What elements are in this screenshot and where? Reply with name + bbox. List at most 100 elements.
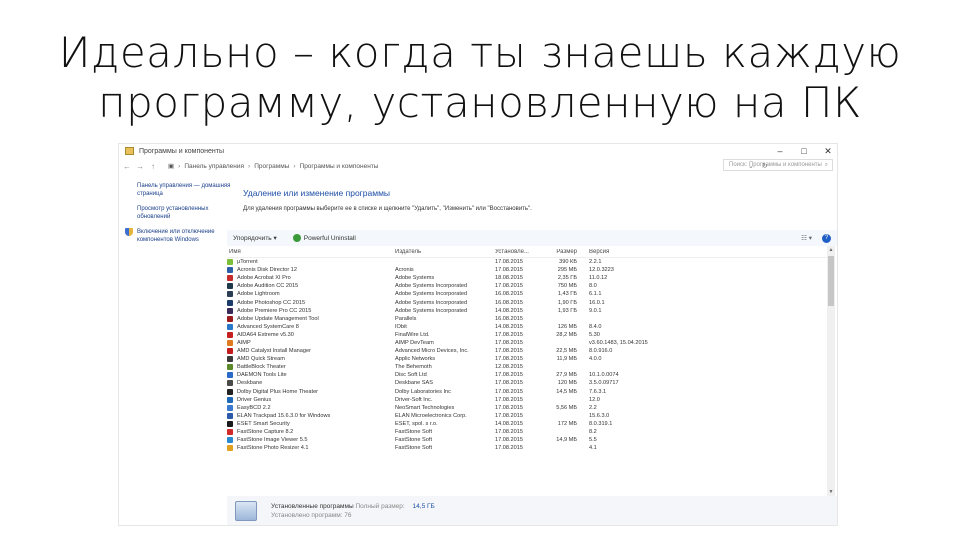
program-installed-date: 17.08.2015 xyxy=(495,283,523,290)
maximize-button[interactable]: □ xyxy=(799,146,809,156)
program-name: Adobe Photoshop CC 2015 xyxy=(227,299,395,306)
table-row[interactable]: AIMP AIMP DevTeam 17.08.2015 v3.60.1483, 15… xyxy=(227,339,831,347)
table-row[interactable]: AMD Catalyst Install Manager Advanced Mic… xyxy=(227,347,831,355)
table-row[interactable]: AIDA64 Extreme v5.30 FinalWire Ltd. 17.08.… xyxy=(227,331,831,339)
slide-title: Идеально – когда ты знаешь каждую програ… xyxy=(0,28,960,128)
up-arrow-icon[interactable]: ↑ xyxy=(148,162,158,171)
table-row[interactable]: Driver Genius Driver-Soft Inc. 17.08.2015 1… xyxy=(227,396,831,404)
powerful-uninstall-button[interactable]: Powerful Uninstall xyxy=(292,234,356,242)
program-version: 8.4.0 xyxy=(589,323,602,330)
scroll-down-icon[interactable]: ▼ xyxy=(827,488,835,496)
status-footer: Установленные программы Полный размер: 1… xyxy=(227,496,837,525)
vertical-scrollbar[interactable]: ▲ ▼ xyxy=(827,246,835,496)
program-version: 11.0.12 xyxy=(589,275,608,282)
program-publisher: Adobe Systems Incorporated xyxy=(395,307,468,314)
sidebar-item-home[interactable]: Панель управления — домашняя страница xyxy=(125,182,233,198)
sidebar-item-windows-features[interactable]: Включение или отключение компонентов Win… xyxy=(125,228,233,244)
scroll-up-icon[interactable]: ▲ xyxy=(827,246,835,254)
footer-count: Установлено программ: 76 xyxy=(271,512,352,519)
program-size: 11,9 МБ xyxy=(556,356,577,363)
table-row[interactable]: Adobe Photoshop CC 2015 Adobe Systems Inc… xyxy=(227,298,831,306)
back-arrow-icon[interactable]: ← xyxy=(122,162,132,171)
close-button[interactable]: ✕ xyxy=(823,146,833,156)
table-row[interactable]: Dolby Digital Plus Home Theater Dolby Lab… xyxy=(227,388,831,396)
table-row[interactable]: AMD Quick Stream Applic Networks 17.08.201… xyxy=(227,355,831,363)
program-name: Adobe Premiere Pro CC 2015 xyxy=(227,307,395,314)
program-name: AIDA64 Extreme v5.30 xyxy=(227,331,395,338)
column-version[interactable]: Версия xyxy=(583,249,663,255)
program-publisher: Disc Soft Ltd xyxy=(395,372,427,379)
shield-icon xyxy=(125,228,133,236)
scroll-thumb[interactable] xyxy=(828,256,834,306)
table-row[interactable]: Adobe Acrobat XI Pro Adobe Systems 18.08.2… xyxy=(227,274,831,282)
program-publisher: Deskbane SAS xyxy=(395,380,433,387)
forward-arrow-icon[interactable]: → xyxy=(135,162,145,171)
table-row[interactable]: µTorrent 17.08.2015 390 КБ 2.2.1 xyxy=(227,258,831,266)
program-name: Adobe Update Management Tool xyxy=(227,315,395,322)
table-row[interactable]: DAEMON Tools Lite Disc Soft Ltd 17.08.2015… xyxy=(227,371,831,379)
sidebar-item-updates[interactable]: Просмотр установленных обновлений xyxy=(125,205,233,221)
help-icon[interactable]: ? xyxy=(822,233,831,243)
program-publisher: NeoSmart Technologies xyxy=(395,404,455,411)
table-row[interactable]: ELAN Trackpad 15.6.3.0 for Windows ELAN M… xyxy=(227,412,831,420)
program-icon xyxy=(227,323,233,330)
program-name: DAEMON Tools Lite xyxy=(227,372,395,379)
program-publisher: Adobe Systems Incorporated xyxy=(395,291,468,298)
table-row[interactable]: EasyBCD 2.2 NeoSmart Technologies 17.08.20… xyxy=(227,404,831,412)
table-row[interactable]: ESET Smart Security ESET, spol. s r.o. 14.… xyxy=(227,420,831,428)
breadcrumb-programs[interactable]: Программы xyxy=(254,163,289,170)
program-version: 15.6.3.0 xyxy=(589,412,610,419)
view-options-icon[interactable]: ☷ ▾ xyxy=(801,234,812,243)
program-publisher: ELAN Microelectronics Corp. xyxy=(395,412,467,419)
program-publisher: Advanced Micro Devices, Inc. xyxy=(395,348,469,355)
breadcrumb-home-icon[interactable]: ▣ xyxy=(168,162,174,170)
program-version: 3.5.0.09717 xyxy=(589,380,619,387)
program-version: 4.0.0 xyxy=(589,356,602,363)
table-row[interactable]: FastStone Photo Resizer 4.1 FastStone Sof… xyxy=(227,444,831,452)
program-name: Adobe Lightroom xyxy=(227,291,395,298)
table-row[interactable]: FastStone Image Viewer 5.5 FastStone Soft… xyxy=(227,436,831,444)
program-publisher: Applic Networks xyxy=(395,356,436,363)
program-icon xyxy=(227,339,233,346)
breadcrumb-programs-features[interactable]: Программы и компоненты xyxy=(300,163,379,170)
program-installed-date: 16.08.2015 xyxy=(495,291,523,298)
table-row[interactable]: Advanced SystemCare 8 IObit 14.08.2015 126 … xyxy=(227,323,831,331)
program-version: 12.0 xyxy=(589,396,600,403)
program-publisher: FastStone Soft xyxy=(395,429,433,436)
program-icon xyxy=(227,388,233,395)
minimize-button[interactable]: – xyxy=(775,146,785,156)
sidebar: Панель управления — домашняя страница Пр… xyxy=(125,182,233,251)
program-name: µTorrent xyxy=(227,259,395,266)
organize-button[interactable]: Упорядочить ▾ xyxy=(233,234,277,242)
program-publisher: Acronis xyxy=(395,267,414,274)
program-name: Advanced SystemCare 8 xyxy=(227,323,395,330)
column-installed[interactable]: Установле... xyxy=(495,249,539,255)
column-size[interactable]: Размер xyxy=(539,249,583,255)
program-name: ESET Smart Security xyxy=(227,420,395,427)
search-input[interactable]: Поиск: Программы и компоненты ⌕ xyxy=(723,159,833,171)
program-name: EasyBCD 2.2 xyxy=(227,404,395,411)
program-publisher: Driver-Soft Inc. xyxy=(395,396,433,403)
column-publisher[interactable]: Издатель xyxy=(395,249,495,255)
table-row[interactable]: Acronis Disk Director 12 Acronis 17.08.201… xyxy=(227,266,831,274)
table-row[interactable]: Adobe Premiere Pro CC 2015 Adobe Systems … xyxy=(227,307,831,315)
program-name: Adobe Acrobat XI Pro xyxy=(227,275,395,282)
program-name: BattleBlock Theater xyxy=(227,364,395,371)
program-version: 8.0.916.0 xyxy=(589,348,613,355)
search-icon: ⌕ xyxy=(824,161,828,168)
program-icon xyxy=(227,315,233,322)
table-row[interactable]: Deskbane Deskbane SAS 17.08.2015 120 МБ 3.5.… xyxy=(227,379,831,387)
program-publisher: FastStone Soft xyxy=(395,445,433,452)
breadcrumb[interactable]: ▣ › Панель управления › Программы › Прог… xyxy=(168,161,638,172)
table-row[interactable]: FastStone Capture 8.2 FastStone Soft 17.08… xyxy=(227,428,831,436)
breadcrumb-control-panel[interactable]: Панель управления xyxy=(184,163,244,170)
program-icon xyxy=(227,259,233,266)
column-name[interactable]: Имя xyxy=(227,249,395,255)
program-publisher: Adobe Systems Incorporated xyxy=(395,283,468,290)
program-size: 126 МБ xyxy=(557,323,577,330)
table-row[interactable]: Adobe Audition CC 2015 Adobe Systems Inco… xyxy=(227,282,831,290)
table-row[interactable]: BattleBlock Theater The Behemoth 12.08.201… xyxy=(227,363,831,371)
table-row[interactable]: Adobe Update Management Tool Parallels 16.… xyxy=(227,315,831,323)
program-installed-date: 17.08.2015 xyxy=(495,259,523,266)
table-row[interactable]: Adobe Lightroom Adobe Systems Incorporate… xyxy=(227,290,831,298)
